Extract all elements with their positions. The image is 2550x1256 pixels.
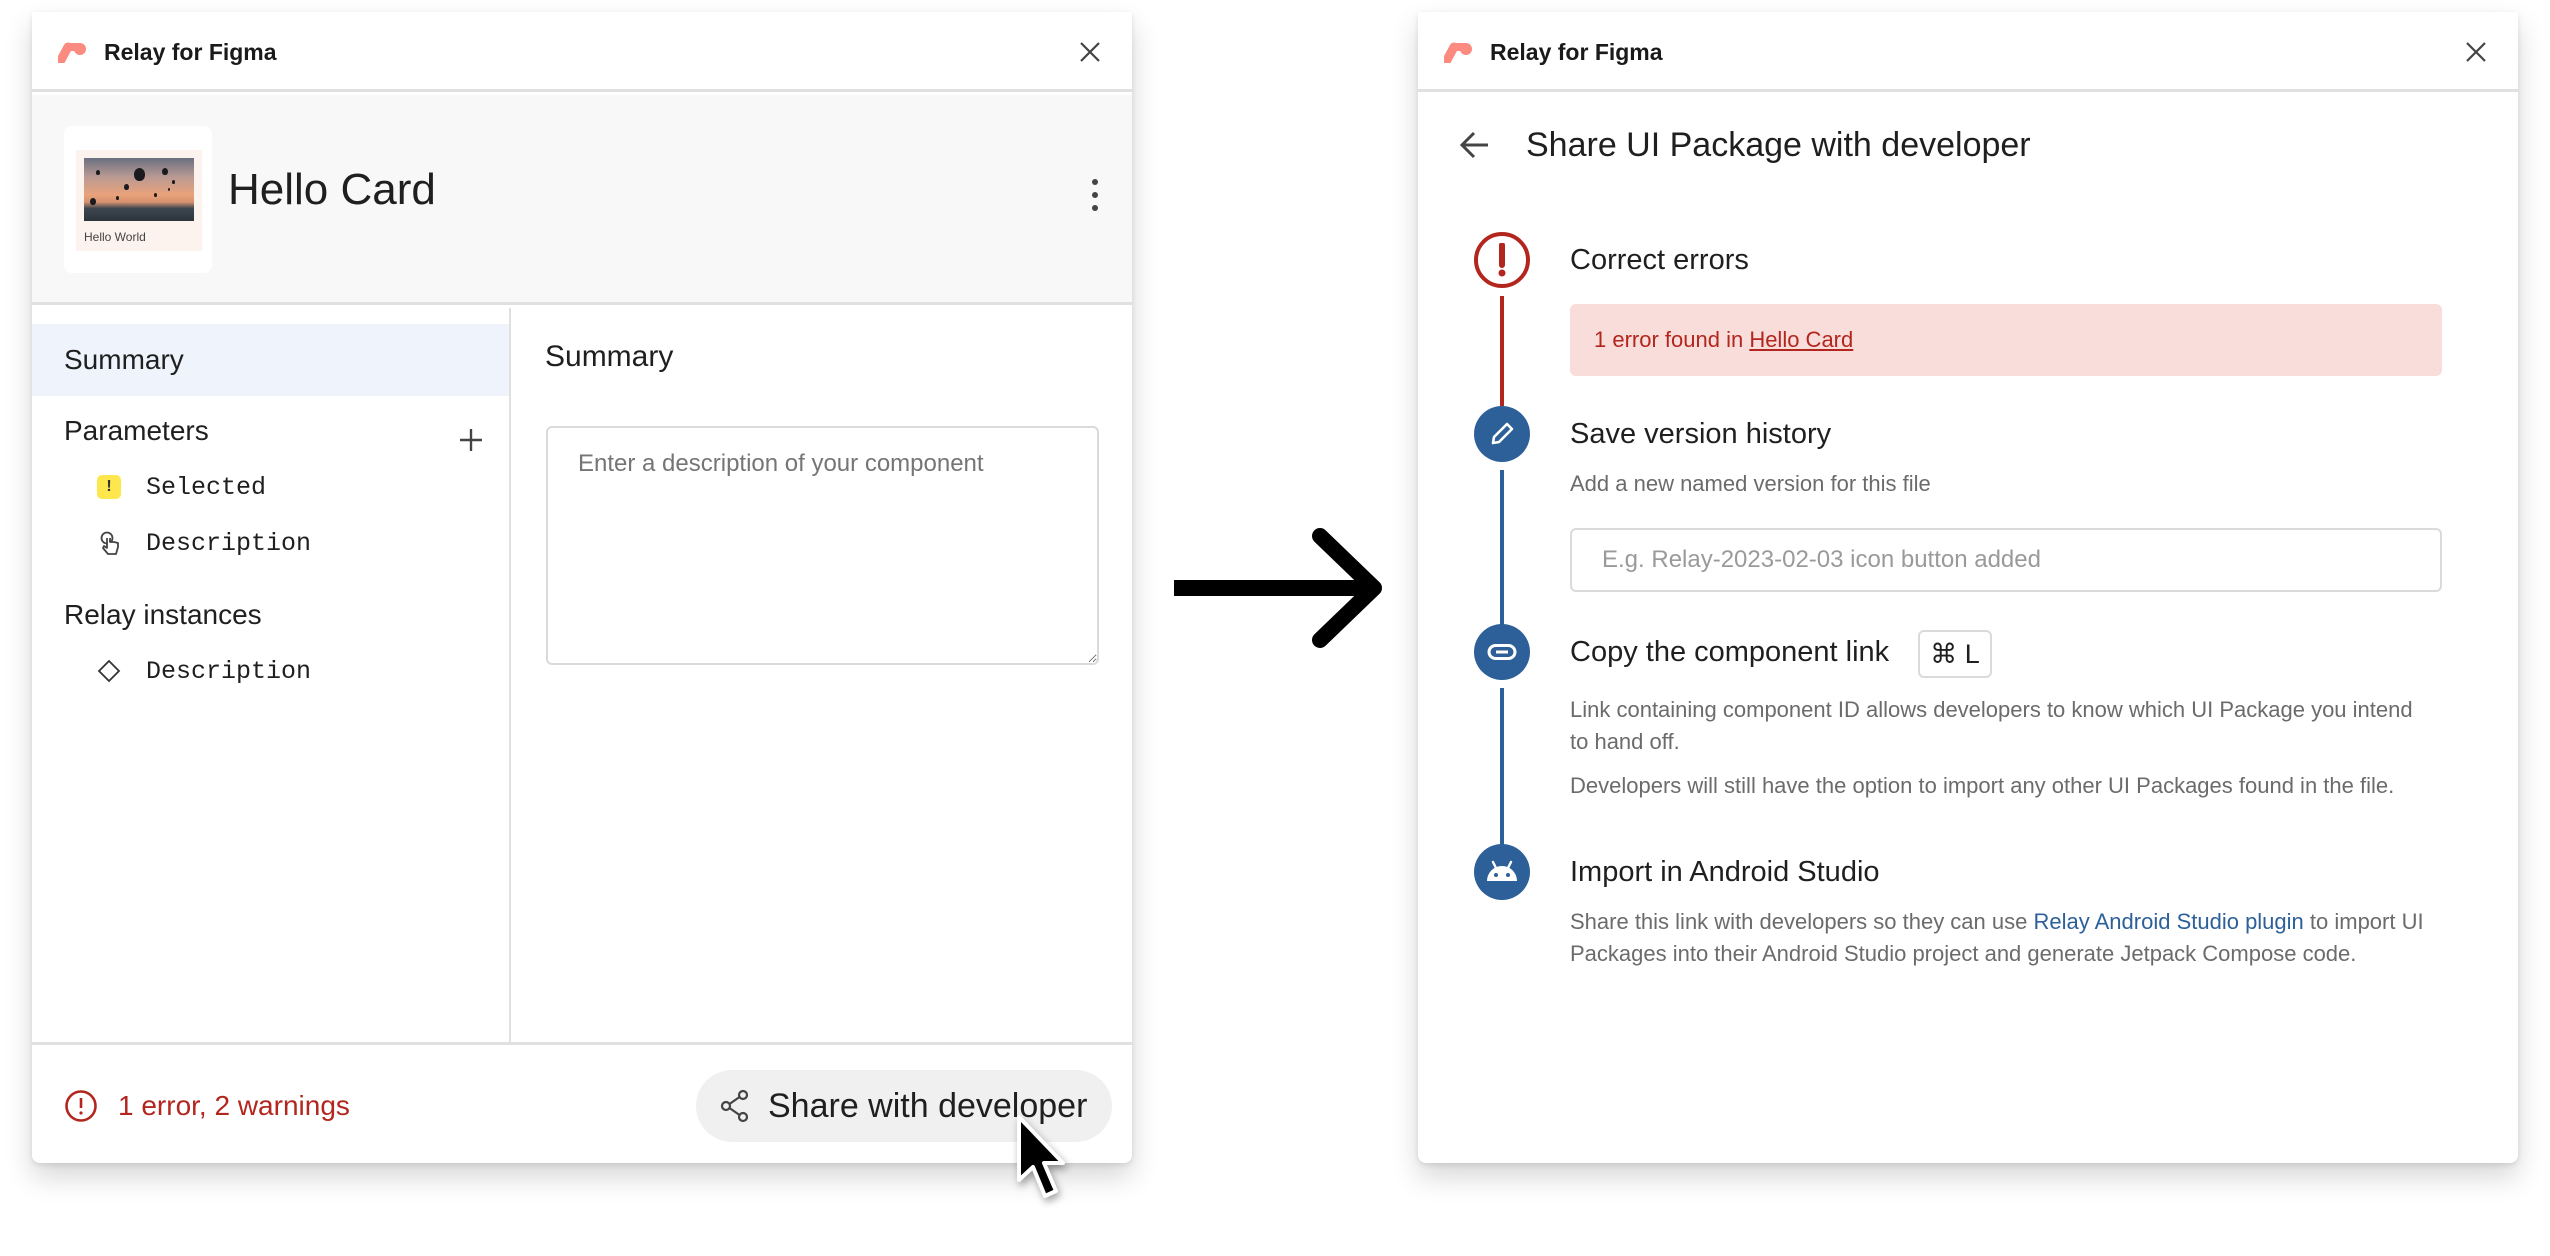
relay-instances-heading: Relay instances (64, 599, 262, 630)
parameter-label: Selected (146, 472, 267, 502)
relay-instance-label: Description (146, 656, 312, 686)
share-button-label: Share with developer (768, 1086, 1088, 1125)
component-thumbnail: Hello World (64, 126, 212, 273)
more-options-icon[interactable] (1090, 179, 1100, 215)
android-step-icon (1474, 844, 1530, 900)
step-connector (1500, 470, 1504, 630)
version-name-input[interactable] (1570, 528, 2442, 592)
step-title-import-android: Import in Android Studio (1570, 856, 1880, 888)
step-description: Share this link with developers so they … (1570, 906, 2460, 970)
component-header: Hello World Hello Card (32, 95, 1132, 305)
summary-title: Summary (545, 340, 674, 373)
relay-plugin-link[interactable]: Relay Android Studio plugin (2033, 909, 2303, 934)
warning-badge-icon: ! (97, 475, 121, 499)
share-with-developer-button[interactable]: Share with developer (696, 1070, 1112, 1142)
transition-arrow-icon (1174, 528, 1382, 648)
relay-instance-item-description[interactable]: Description (96, 651, 486, 691)
step-connector (1500, 296, 1504, 406)
error-component-link[interactable]: Hello Card (1749, 327, 1853, 352)
version-step-icon (1474, 406, 1530, 462)
sidebar-item-summary[interactable]: Summary (32, 324, 509, 396)
error-icon (1498, 243, 1506, 277)
step-title-save-version: Save version history (1570, 418, 1832, 450)
sidebar-item-label: Summary (64, 344, 184, 375)
step-title-copy-link: Copy the component link (1570, 636, 1890, 668)
relay-logo-icon (1444, 42, 1472, 63)
footer: 1 error, 2 warnings Share with developer (32, 1042, 1132, 1163)
error-outline-icon (65, 1090, 97, 1122)
copy-link-shortcut[interactable]: ⌘ L (1918, 630, 1992, 678)
error-banner: 1 error found in Hello Card (1570, 304, 2442, 376)
thumbnail-card: Hello World (76, 150, 202, 251)
link-step-icon (1474, 624, 1530, 680)
diamond-icon (97, 659, 121, 683)
app-title: Relay for Figma (1490, 39, 1663, 65)
relay-logo-icon (58, 42, 86, 63)
error-banner-text: 1 error found in (1594, 327, 1750, 352)
step-title-correct-errors: Correct errors (1570, 244, 1749, 276)
parameters-heading: Parameters (64, 415, 209, 446)
app-title: Relay for Figma (104, 39, 277, 65)
share-icon (720, 1089, 749, 1123)
summary-editor: Summary (513, 308, 1132, 1054)
touch-icon (100, 531, 119, 555)
link-icon (1487, 644, 1517, 660)
pencil-icon (1491, 422, 1514, 445)
step-description: Link containing component ID allows deve… (1570, 697, 2413, 754)
sidebar: Summary Parameters ! Selected Descriptio… (32, 308, 511, 1054)
page-title: Share UI Package with developer (1526, 126, 2031, 164)
close-icon[interactable] (1076, 38, 1104, 66)
relay-plugin-panel-component: Relay for Figma Hello World Hello Card S… (32, 12, 1132, 1163)
parameter-label: Description (146, 528, 312, 558)
android-icon (1487, 860, 1517, 881)
close-icon[interactable] (2462, 38, 2490, 66)
add-parameter-icon[interactable] (458, 427, 484, 453)
back-arrow-icon[interactable] (1458, 128, 1492, 162)
thumbnail-label: Hello World (84, 230, 146, 244)
relay-plugin-panel-share: Relay for Figma Share UI Package with de… (1418, 12, 2518, 1163)
parameter-item-description[interactable]: Description (96, 523, 486, 563)
error-step-icon (1474, 232, 1530, 288)
title-bar: Relay for Figma (1418, 12, 2518, 92)
thumbnail-image (84, 158, 194, 221)
component-title: Hello Card (228, 165, 436, 214)
step-description: Developers will still have the option to… (1570, 773, 2395, 798)
error-status-text: 1 error, 2 warnings (118, 1090, 350, 1121)
android-desc-prefix: Share this link with developers so they … (1570, 909, 2034, 934)
step-connector (1500, 688, 1504, 848)
title-bar: Relay for Figma (32, 12, 1132, 92)
description-textarea[interactable] (546, 426, 1099, 665)
step-description: Add a new named version for this file (1570, 471, 1931, 496)
error-status[interactable]: 1 error, 2 warnings (64, 1089, 350, 1123)
parameter-item-selected[interactable]: ! Selected (96, 467, 486, 507)
